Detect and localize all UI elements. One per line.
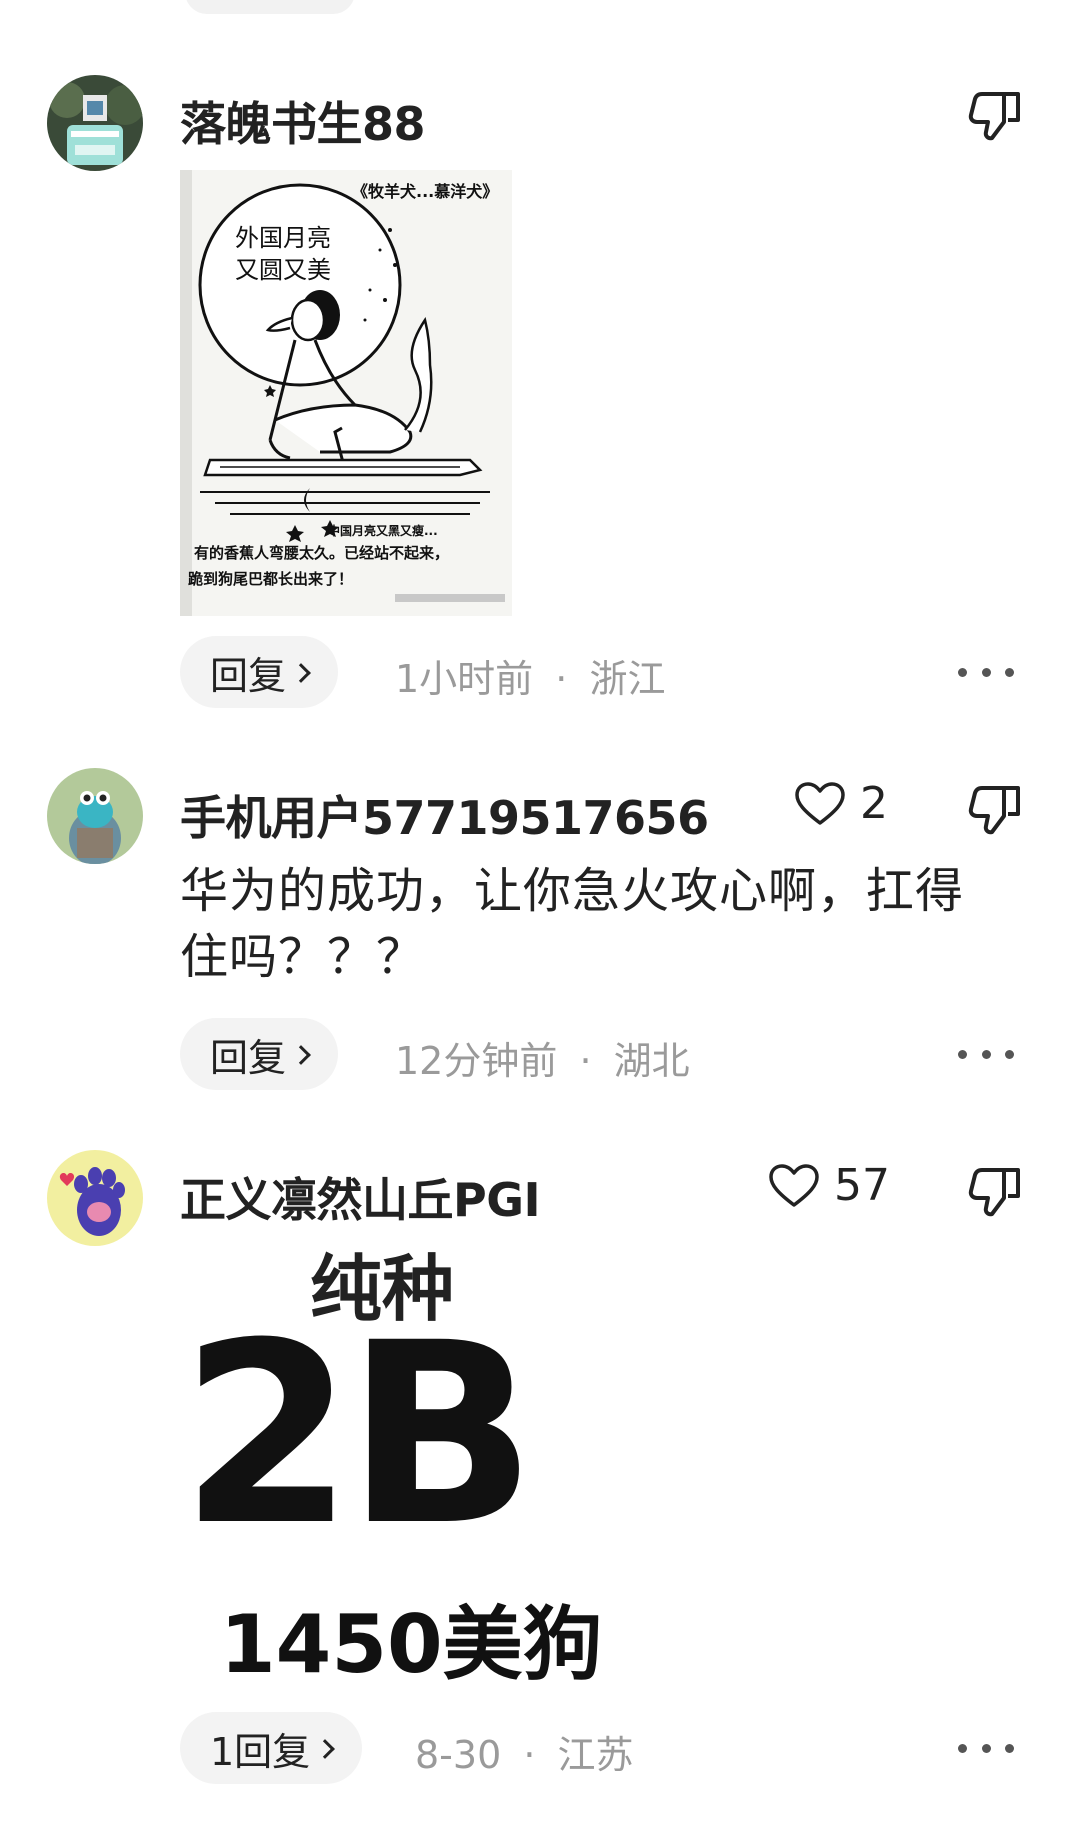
time: 1小时前 bbox=[395, 657, 534, 701]
more-button[interactable] bbox=[958, 1047, 1014, 1061]
previous-reply-button-fragment[interactable] bbox=[185, 0, 355, 14]
dislike-button[interactable] bbox=[968, 1164, 1022, 1218]
like-button[interactable]: 2 bbox=[794, 778, 888, 829]
cartoon-caption-1: 有的香蕉人弯腰太久。已经站不起来， bbox=[194, 544, 450, 562]
username[interactable]: 落魄书生88 bbox=[180, 88, 426, 154]
dislike-button[interactable] bbox=[968, 782, 1022, 836]
more-dots-icon bbox=[958, 667, 967, 677]
more-button[interactable] bbox=[958, 665, 1014, 679]
thumbs-down-icon bbox=[968, 1168, 1020, 1217]
like-count: 2 bbox=[860, 778, 888, 829]
chevron-right-icon bbox=[315, 1739, 336, 1759]
more-dots-icon bbox=[958, 1743, 967, 1753]
username[interactable]: 手机用户57719517656 bbox=[180, 782, 709, 848]
time: 12分钟前 bbox=[395, 1039, 558, 1083]
reply-button[interactable]: 回复 bbox=[180, 1018, 339, 1090]
username[interactable]: 正义凛然山丘PGI bbox=[180, 1164, 541, 1230]
reply-label: 回复 bbox=[210, 1035, 287, 1080]
meme-line-2: 2B bbox=[180, 1289, 537, 1580]
like-button[interactable]: 57 bbox=[768, 1160, 890, 1211]
separator: · bbox=[555, 657, 568, 701]
separator: · bbox=[579, 1039, 592, 1083]
heart-outline-icon bbox=[795, 781, 845, 825]
reply-button[interactable]: 回复 bbox=[180, 636, 339, 708]
thumbs-down-icon bbox=[968, 92, 1020, 141]
more-button[interactable] bbox=[958, 1741, 1014, 1755]
cartoon-small-text: 中国月亮又黑又瘦... bbox=[328, 524, 438, 538]
more-dots-icon bbox=[958, 1049, 967, 1059]
location: 湖北 bbox=[613, 1039, 690, 1083]
avatar[interactable] bbox=[47, 75, 143, 171]
avatar[interactable] bbox=[47, 1150, 143, 1246]
reply-button[interactable]: 1回复 bbox=[180, 1712, 363, 1784]
like-count: 57 bbox=[834, 1160, 890, 1211]
reply-label: 回复 bbox=[210, 653, 287, 698]
thumbs-down-icon bbox=[968, 786, 1020, 835]
chevron-right-icon bbox=[291, 1045, 311, 1065]
comment-text: 华为的成功，让你急火攻心啊，扛得住吗？？？ bbox=[180, 863, 965, 985]
avatar[interactable] bbox=[47, 768, 143, 864]
comment-meta: 8-30 · 江苏 bbox=[415, 1724, 634, 1779]
cartoon-moon-text-2: 又圆又美 bbox=[235, 256, 331, 284]
cartoon-moon-text-1: 外国月亮 bbox=[235, 224, 331, 252]
cartoon-caption-2: 跪到狗尾巴都长出来了！ bbox=[188, 570, 354, 588]
meme-line-3: 1450美狗 bbox=[220, 1598, 603, 1691]
location: 江苏 bbox=[557, 1733, 634, 1777]
cartoon-title: 《牧羊犬...慕洋犬》 bbox=[352, 182, 499, 201]
separator: · bbox=[523, 1733, 536, 1777]
location: 浙江 bbox=[589, 657, 666, 701]
comment-meta: 12分钟前 · 湖北 bbox=[395, 1030, 690, 1085]
comment-image[interactable]: 《牧羊犬...慕洋犬》 外国月亮 又圆又美 中国月亮又黑又瘦... 有的香蕉人弯… bbox=[180, 170, 512, 616]
heart-outline-icon bbox=[769, 1163, 819, 1207]
reply-label: 1回复 bbox=[210, 1729, 311, 1774]
chevron-right-icon bbox=[291, 663, 311, 683]
dislike-button[interactable] bbox=[968, 88, 1022, 142]
time: 8-30 bbox=[415, 1733, 502, 1777]
comment-image[interactable]: 纯种 2B 1450美狗 bbox=[180, 1230, 640, 1700]
comment-meta: 1小时前 · 浙江 bbox=[395, 648, 665, 703]
